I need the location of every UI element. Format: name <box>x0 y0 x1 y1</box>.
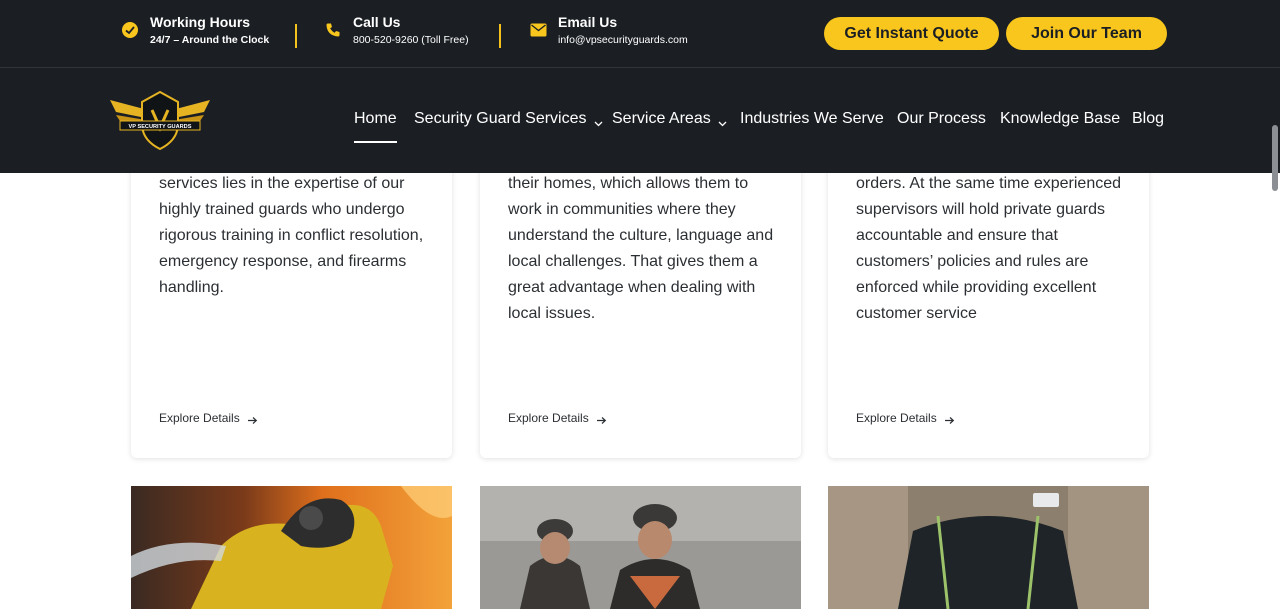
call-us-title: Call Us <box>353 14 401 30</box>
clock-icon <box>119 19 141 41</box>
explore-details-label: Explore Details <box>508 411 589 425</box>
main-navbar: VP SECURITY GUARDS Home Security Guard S… <box>0 67 1280 173</box>
nav-service-areas[interactable]: Service Areas <box>612 110 727 128</box>
nav-home-label: Home <box>354 110 397 127</box>
explore-details-link[interactable]: Explore Details <box>508 411 607 425</box>
mail-icon <box>527 19 549 41</box>
firefighter-image[interactable] <box>131 486 452 609</box>
working-hours-title: Working Hours <box>150 14 251 30</box>
svg-text:VP SECURITY GUARDS: VP SECURITY GUARDS <box>129 124 192 130</box>
card-description: their homes, which allows them to work i… <box>508 175 774 322</box>
chevron-down-icon <box>594 115 603 126</box>
nav-security-guard-services-label: Security Guard Services <box>414 110 587 127</box>
call-us-info[interactable]: Call Us 800-520-9260 (Toll Free) <box>322 14 469 46</box>
nav-home[interactable]: Home <box>354 110 397 143</box>
nav-service-areas-label: Service Areas <box>612 110 711 127</box>
construction-workers-image[interactable] <box>480 486 801 609</box>
nav-blog[interactable]: Blog <box>1132 110 1164 128</box>
working-hours-info: Working Hours 24/7 – Around the Clock <box>119 14 269 46</box>
top-info-bar: Working Hours 24/7 – Around the Clock Ca… <box>0 0 1280 67</box>
divider <box>295 24 297 48</box>
nav-our-process-label: Our Process <box>897 110 986 127</box>
logo-emblem-icon: VP SECURITY GUARDS <box>110 90 210 151</box>
email-address[interactable]: info@vpsecurityguards.com <box>558 34 688 46</box>
explore-details-link[interactable]: Explore Details <box>856 411 955 425</box>
scrollbar-thumb[interactable] <box>1272 125 1278 191</box>
arrow-right-icon <box>596 414 607 424</box>
card-description: orders. At the same time experienced sup… <box>856 175 1122 322</box>
chevron-down-icon <box>718 115 727 126</box>
warehouse-guard-image[interactable] <box>828 486 1149 609</box>
email-us-info[interactable]: Email Us info@vpsecurityguards.com <box>527 14 688 46</box>
explore-details-label: Explore Details <box>856 411 937 425</box>
nav-knowledge-base-label: Knowledge Base <box>1000 110 1121 127</box>
explore-details-label: Explore Details <box>159 411 240 425</box>
divider <box>499 24 501 48</box>
nav-knowledge-base[interactable]: Knowledge Base <box>1000 110 1120 128</box>
email-us-title: Email Us <box>558 14 618 30</box>
phone-number[interactable]: 800-520-9260 (Toll Free) <box>353 34 469 46</box>
nav-industries-we-serve[interactable]: Industries We Serve <box>740 110 884 128</box>
working-hours-subtitle: 24/7 – Around the Clock <box>150 34 270 47</box>
explore-details-link[interactable]: Explore Details <box>159 411 258 425</box>
phone-icon <box>322 19 344 41</box>
site-logo[interactable]: VP SECURITY GUARDS <box>108 88 212 152</box>
arrow-right-icon <box>944 414 955 424</box>
card-description: services lies in the expertise of our hi… <box>159 175 424 296</box>
arrow-right-icon <box>247 414 258 424</box>
nav-blog-label: Blog <box>1132 110 1165 127</box>
nav-security-guard-services[interactable]: Security Guard Services <box>414 110 603 128</box>
join-our-team-button[interactable]: Join Our Team <box>1006 17 1167 50</box>
get-instant-quote-button[interactable]: Get Instant Quote <box>824 17 999 50</box>
nav-our-process[interactable]: Our Process <box>897 110 986 128</box>
nav-industries-we-serve-label: Industries We Serve <box>740 110 884 127</box>
